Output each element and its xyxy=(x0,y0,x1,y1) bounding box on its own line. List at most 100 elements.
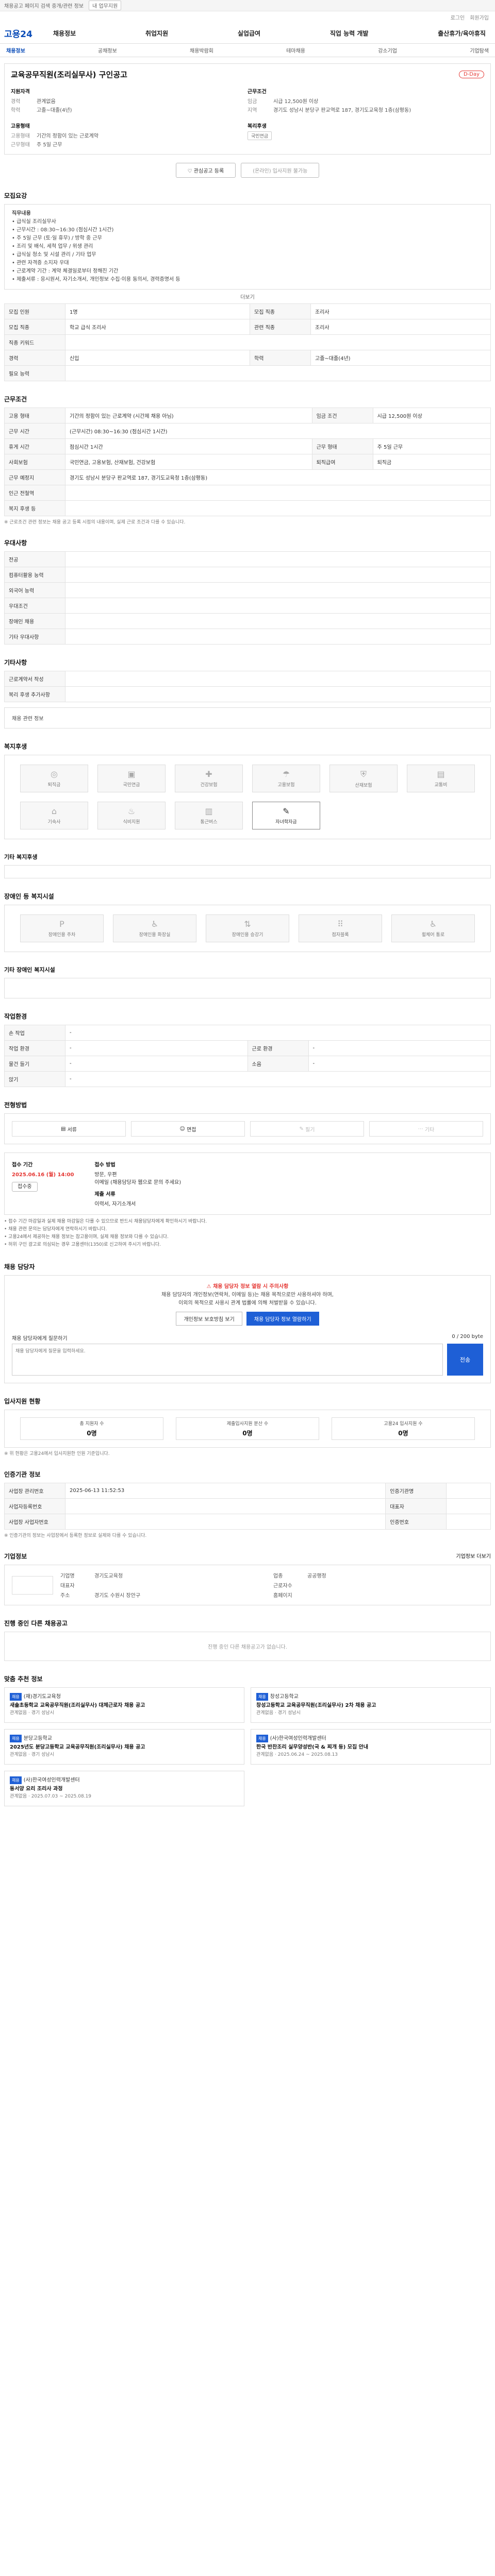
table-row: 장애인 채용 xyxy=(4,613,491,629)
cell: 근무 형태 xyxy=(311,438,373,454)
lnb-3[interactable]: 테마채용 xyxy=(286,46,305,54)
table-row: 필요 능력 xyxy=(4,365,491,381)
welfare-item: ⌂ 기숙사 xyxy=(20,802,88,829)
gnb-benefit[interactable]: 실업급여 xyxy=(238,29,260,38)
gnb-job[interactable]: 채용정보 xyxy=(53,29,76,38)
recommend-card[interactable]: 채용 (재)경기도교육청 새솔초등학교 교육공무직원(조리실무사) 대체근로자 채용… xyxy=(4,1687,244,1723)
recommend-card[interactable]: 채용 분당고등학교 2025년도 분당고등학교 교육공무직원(조리실무사) 채용 공… xyxy=(4,1729,244,1765)
lnb-4[interactable]: 강소기업 xyxy=(378,46,397,54)
scrap-button[interactable]: ♡ 관심공고 등록 xyxy=(175,163,236,178)
send-button[interactable]: 전송 xyxy=(447,1344,483,1376)
gnb-support[interactable]: 취업지원 xyxy=(145,29,168,38)
method-value: 이메일 (채용담당자 웹으로 문의 주세요) xyxy=(94,1180,182,1185)
channel-label: 기타 xyxy=(424,1127,435,1133)
disability-etc-title: 기타 장애인 복지시설 xyxy=(4,967,55,973)
lnb-1[interactable]: 공채정보 xyxy=(98,46,117,54)
stats-note: ※ 위 현황은 고용24에서 입사지원한 인원 기준입니다. xyxy=(4,1451,110,1456)
person-icon: ☺ xyxy=(179,1126,187,1132)
logo[interactable]: 고용24 xyxy=(4,27,53,40)
table-row: 복리 후생 추가사항 xyxy=(4,686,491,702)
stat-label: 고용24 입사지원 수 xyxy=(384,1421,423,1427)
cell: 근로 환경 xyxy=(247,1040,309,1056)
cell: 근무 예정지 xyxy=(4,469,65,485)
meal-icon: ♨ xyxy=(127,806,136,816)
process-bullets: • 접수 기간 마감일과 실제 채용 마감일은 다를 수 있으므로 반드시 채용… xyxy=(4,1218,491,1249)
cell xyxy=(65,613,491,629)
lnb-2[interactable]: 채용박람회 xyxy=(190,46,213,54)
table-row: 기타 우대사항 xyxy=(4,629,491,645)
jobdesc-line: 직무내용 xyxy=(12,211,31,216)
cell xyxy=(65,582,491,598)
table-row: 고용 형태 기간의 정함이 있는 근로계약 (시간제 채용 아님) 임금 조건 시급 … xyxy=(4,408,491,423)
cell: 조리사 xyxy=(310,303,491,319)
meta-label: 기업명 xyxy=(60,1573,75,1579)
recommend-card[interactable]: 채용 창성고등학교 창성고등학교 교육공무직원(조리실무사) 2차 채용 공고 관계없… xyxy=(251,1687,491,1723)
cell: 소음 xyxy=(247,1056,309,1072)
rec-title: 동서양 요리 조리사 과정 xyxy=(10,1786,63,1792)
more-button[interactable]: 더보기 xyxy=(4,293,491,300)
emp-value: 기간의 정함이 있는 근로계약 xyxy=(37,133,98,139)
scrap-label: 관심공고 등록 xyxy=(193,168,224,174)
rec-org: (재)경기도교육청 xyxy=(23,1694,61,1700)
cell: 인증번호 xyxy=(385,1514,447,1530)
cell: 컴퓨터활용 능력 xyxy=(4,567,65,583)
disability-item: ⇅ 장애인용 승강기 xyxy=(206,914,289,942)
worktype-label: 근무형태 xyxy=(11,142,30,148)
top-select[interactable]: 내 업무지원 xyxy=(89,1,122,10)
stat-label: 제출입사지원 분산 수 xyxy=(226,1421,269,1427)
lnb-5[interactable]: 기업탐색 xyxy=(470,46,489,54)
wheelchair-icon: ♿ xyxy=(429,919,437,929)
cell: 사업자등록번호 xyxy=(4,1498,65,1514)
elevator-icon: ⇅ xyxy=(244,919,251,929)
table-row: 외국어 능력 xyxy=(4,582,491,598)
cell xyxy=(446,1498,491,1514)
preferred-title: 우대사항 xyxy=(4,539,27,547)
gnb-leave[interactable]: 출산휴가/육아휴직 xyxy=(438,29,486,38)
coin-icon: ◎ xyxy=(51,769,58,779)
rec-tag: 채용 xyxy=(256,1693,268,1701)
etc-icon: ⋯ xyxy=(418,1126,425,1132)
login-link[interactable]: 로그인 xyxy=(451,13,465,21)
top-notice: 채용공고 페이지 검색 중개/관련 정보 xyxy=(4,4,84,9)
qa-input[interactable] xyxy=(12,1344,443,1376)
header: 고용24 채용정보 취업지원 실업급여 직업 능력 개발 출산휴가/육아휴직 xyxy=(0,23,495,44)
cell xyxy=(65,598,491,614)
cell: 고졸~대졸(4년) xyxy=(310,350,491,366)
recommend-card[interactable]: 채용 (사)한국여성인력개발센터 동서양 요리 조리사 과정 관계없음 · 2025.… xyxy=(4,1771,244,1806)
jobdesc-title: 모집요강 xyxy=(4,192,27,199)
lnb-0[interactable]: 채용정보 xyxy=(6,46,25,54)
edu-label: 학력 xyxy=(11,108,21,113)
pension-icon: ▣ xyxy=(127,769,136,779)
jobdesc-line: • 급식실 조리실무사 xyxy=(12,219,56,225)
gnb-training[interactable]: 직업 능력 개발 xyxy=(330,29,369,38)
etc-info-label: 채용 관련 정보 xyxy=(12,716,44,722)
method-value: 방문, 우편 xyxy=(94,1172,117,1178)
enterprise-more-link[interactable]: 기업정보 더보기 xyxy=(456,1552,491,1561)
rec-title: 창성고등학교 교육공무직원(조리실무사) 2차 채용 공고 xyxy=(256,1703,376,1708)
cell xyxy=(65,551,491,567)
alert-line: 채용 담당자의 개인정보(연락처, 이메일 등)는 채용 목적으로만 사용하셔야… xyxy=(161,1292,334,1298)
cell: 물건 들기 xyxy=(4,1056,65,1072)
recommend-card[interactable]: 채용 (사)한국여성인력개발센터 한국 반찬조리 실무양성반(국 & 찌개 등) 모… xyxy=(251,1729,491,1765)
disability-label: 점자블록 xyxy=(332,933,349,938)
privacy-button[interactable]: 개인정보 보호방침 보기 xyxy=(176,1312,242,1326)
signup-link[interactable]: 회원가입 xyxy=(470,13,489,21)
conditions-note: ※ 근로조건 관련 정보는 채용 공고 등록 시점의 내용이며, 실제 근로 조… xyxy=(4,520,186,525)
cell: 기간의 정함이 있는 근로계약 (시간제 채용 아님) xyxy=(65,408,312,423)
cell xyxy=(65,567,491,583)
disability-grid: P 장애인용 주차 ♿ 장애인용 화장실 ⇅ 장애인용 승강기 ⠿ 점자블록 ♿ 휠체어 … xyxy=(4,905,491,952)
table-row: 근무 예정지 경기도 성남시 분당구 판교역로 187, 경기도교육청 1층(삼평… xyxy=(4,469,491,485)
enterprise-title-text: 기업정보 xyxy=(4,1553,27,1560)
contact-box: ⚠ 채용 담당자 정보 열람 시 주의사항 채용 담당자의 개인정보(연락처, … xyxy=(4,1275,491,1383)
view-contact-button[interactable]: 채용 담당자 정보 열람하기 xyxy=(246,1312,319,1326)
company-table: 사업장 관리번호 2025-06-13 11:52:53 인증기관명 사업자등록번호… xyxy=(4,1483,491,1530)
welfare-label: 기숙사 xyxy=(47,820,61,825)
cell: 직종 키워드 xyxy=(4,334,65,350)
apply-button[interactable]: (온라인) 입사지원 불가능 xyxy=(241,163,320,178)
employment-type: 고용형태 고용형태 기간의 정함이 있는 근로계약 근무형태 주 5일 근무 xyxy=(11,122,248,149)
alert-line: 이외의 목적으로 사용시 관계 법률에 의해 처벌받을 수 있습니다. xyxy=(178,1300,317,1306)
cell: 필요 능력 xyxy=(4,365,65,381)
table-row: 사업장 사업자번호 인증번호 xyxy=(4,1514,491,1530)
cell: 전공 xyxy=(4,551,65,567)
edu-value: 고졸~대졸(4년) xyxy=(37,108,72,113)
